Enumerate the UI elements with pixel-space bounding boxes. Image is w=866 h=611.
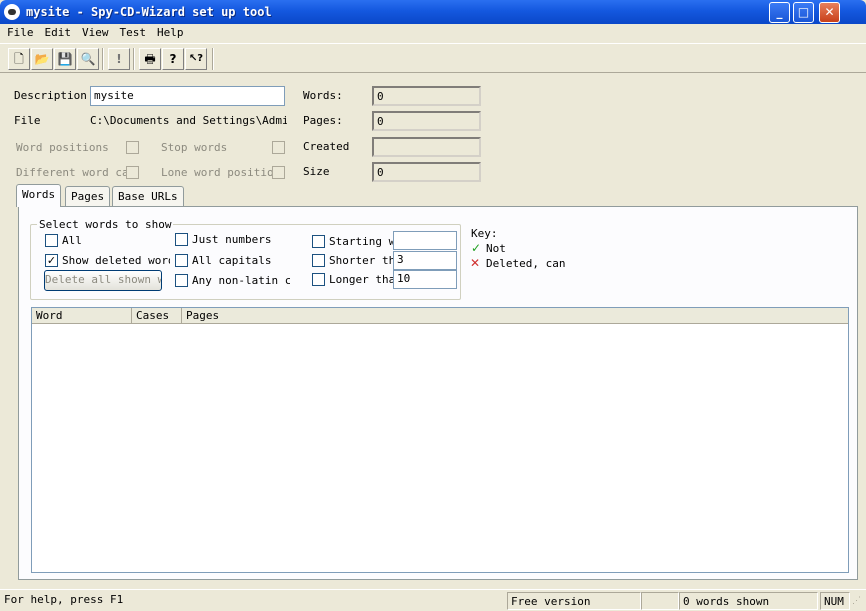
maximize-button[interactable]: □ <box>793 2 814 23</box>
save-disk-icon[interactable]: 💾 <box>54 48 76 70</box>
close-button[interactable]: ✕ <box>819 2 840 23</box>
shorter-than-input[interactable]: 3 <box>393 251 457 270</box>
open-folder-icon[interactable]: 📂 <box>31 48 53 70</box>
exclamation-icon[interactable]: ! <box>108 48 130 70</box>
words-count-field: 0 <box>372 86 481 106</box>
status-num-lock: NUM <box>820 592 850 610</box>
different-word-case-checkbox[interactable] <box>126 166 139 179</box>
toolbar: 🗋 📂 💾 🔍 ! 🖶 ? ↖? <box>0 43 866 73</box>
toolbar-separator <box>133 48 135 70</box>
lone-word-positions-checkbox[interactable] <box>272 166 285 179</box>
toolbar-separator <box>102 48 104 70</box>
status-bar: For help, press F1 Free version 0 words … <box>0 589 866 611</box>
pages-count-label: Pages: <box>303 114 343 127</box>
just-numbers-label: Just numbers <box>192 233 272 246</box>
starting-with-input[interactable] <box>393 231 457 250</box>
starting-with-checkbox[interactable] <box>312 235 325 248</box>
created-label: Created <box>303 140 350 153</box>
tab-base-urls[interactable]: Base URLs <box>112 186 184 206</box>
word-positions-label: Word positions <box>16 141 109 154</box>
delete-cross-icon: ✕ <box>470 256 481 270</box>
any-non-latin-label: Any non-latin chars <box>192 274 290 287</box>
printer-icon[interactable]: 🖶 <box>139 48 161 70</box>
size-field: 0 <box>372 162 481 182</box>
longer-than-checkbox[interactable] <box>312 273 325 286</box>
key-not-label: Not <box>486 242 506 255</box>
show-deleted-label: Show deleted words <box>62 254 170 267</box>
any-non-latin-checkbox[interactable] <box>175 274 188 287</box>
words-list[interactable]: Word Cases Pages <box>31 307 849 573</box>
menu-file[interactable]: File <box>0 24 38 39</box>
description-label: Description <box>14 89 87 102</box>
column-header-pages[interactable]: Pages <box>182 308 848 324</box>
all-capitals-label: All capitals <box>192 254 272 267</box>
menu-edit[interactable]: Edit <box>38 24 76 39</box>
toolbar-separator <box>212 48 214 70</box>
tab-words[interactable]: Words <box>16 184 62 207</box>
check-mark-icon: ✓ <box>471 241 482 255</box>
column-header-cases[interactable]: Cases <box>132 308 182 324</box>
column-header-word[interactable]: Word <box>32 308 132 324</box>
delete-all-shown-words-button[interactable]: Delete all shown words <box>44 270 162 291</box>
minimize-button[interactable]: _ <box>769 2 790 23</box>
description-input[interactable]: mysite <box>90 86 285 106</box>
menu-bar: File Edit View Test Help <box>0 24 866 43</box>
pages-count-field: 0 <box>372 111 481 131</box>
just-numbers-checkbox[interactable] <box>175 233 188 246</box>
size-label: Size <box>303 165 330 178</box>
key-title: Key: <box>471 227 498 240</box>
all-checkbox[interactable] <box>45 234 58 247</box>
app-icon[interactable] <box>4 4 20 20</box>
different-word-case-label: Different word case <box>16 166 126 179</box>
menu-help[interactable]: Help <box>150 24 188 39</box>
new-document-icon[interactable]: 🗋 <box>8 48 30 70</box>
shorter-than-checkbox[interactable] <box>312 254 325 267</box>
all-capitals-checkbox[interactable] <box>175 254 188 267</box>
lone-word-positions-label: Lone word positions <box>161 166 272 179</box>
shorter-than-label: Shorter than <box>329 254 393 267</box>
status-version: Free version <box>507 592 641 610</box>
stop-words-checkbox[interactable] <box>272 141 285 154</box>
menu-test[interactable]: Test <box>113 24 151 39</box>
all-label: All <box>62 234 82 247</box>
created-field <box>372 137 481 157</box>
longer-than-input[interactable]: 10 <box>393 270 457 289</box>
title-bar[interactable]: mysite - Spy-CD-Wizard set up tool _ □ ✕ <box>0 0 866 24</box>
status-empty-pane <box>641 592 679 610</box>
key-deleted-label: Deleted, can <box>486 257 566 270</box>
resize-grip-icon[interactable]: ⋰ <box>852 596 864 610</box>
help-icon[interactable]: ? <box>162 48 184 70</box>
show-deleted-checkbox[interactable]: ✓ <box>45 254 58 267</box>
longer-than-label: Longer than <box>329 273 393 286</box>
select-words-group-title: Select words to show <box>37 218 174 231</box>
file-label: File <box>14 114 41 127</box>
words-count-label: Words: <box>303 89 343 102</box>
starting-with-label: Starting with <box>329 235 393 248</box>
tab-pages[interactable]: Pages <box>65 186 111 206</box>
context-help-icon[interactable]: ↖? <box>185 48 207 70</box>
file-path: C:\Documents and Settings\Administrator <box>90 114 287 127</box>
status-words-shown: 0 words shown <box>679 592 818 610</box>
window-title: mysite - Spy-CD-Wizard set up tool <box>26 5 272 19</box>
status-help-text: For help, press F1 <box>4 593 124 606</box>
word-positions-checkbox[interactable] <box>126 141 139 154</box>
magnifier-icon[interactable]: 🔍 <box>77 48 99 70</box>
menu-view[interactable]: View <box>75 24 113 39</box>
stop-words-label: Stop words <box>161 141 228 154</box>
